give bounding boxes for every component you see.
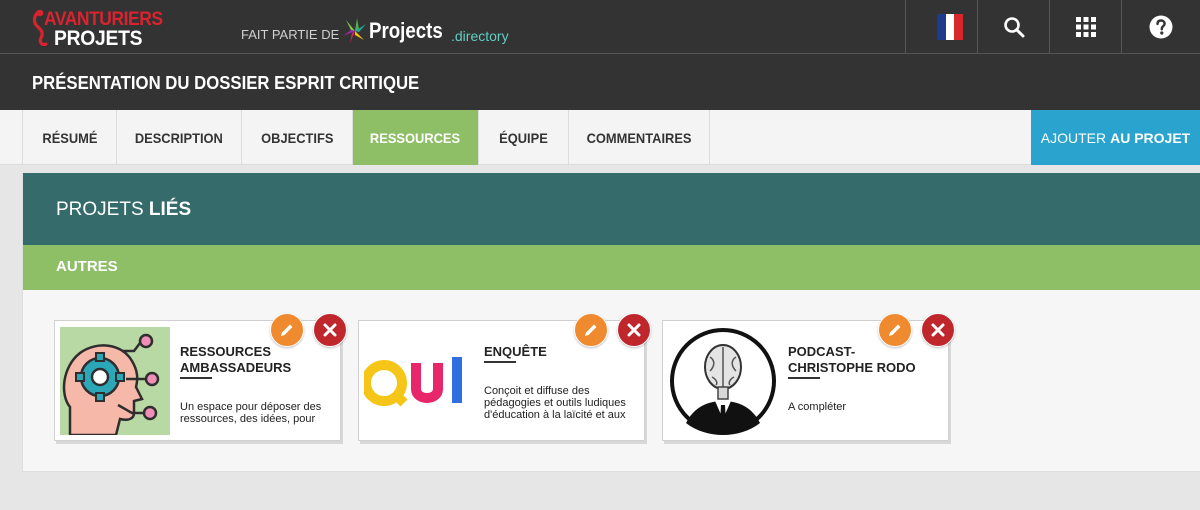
close-icon: [931, 323, 945, 337]
edit-button[interactable]: [878, 313, 912, 347]
tab-resume[interactable]: RÉSUMÉ: [22, 110, 117, 165]
apps-button[interactable]: [1049, 0, 1121, 54]
site-logo[interactable]: AVANTURIERS PROJETS: [32, 6, 182, 50]
tab-label: DESCRIPTION: [134, 129, 224, 146]
card-title: ENQUÊTE: [484, 344, 547, 359]
close-icon: [627, 323, 641, 337]
tab-commentaires[interactable]: COMMENTAIRES: [569, 110, 710, 165]
subsection-header: [23, 245, 1200, 290]
page-title: PRÉSENTATION DU DOSSIER ESPRIT CRITIQUE: [32, 73, 420, 93]
card-description: Un espace pour déposer des ressources, d…: [180, 401, 322, 425]
card-description: A compléter: [788, 401, 847, 413]
pencil-icon: [281, 324, 293, 336]
qui-logo-icon: [364, 357, 462, 407]
projects-directory-logo-icon: [343, 18, 366, 43]
card-title: RESSOURCES AMBASSADEURS: [180, 344, 292, 375]
search-icon: [1003, 17, 1024, 38]
section-header: [23, 173, 1200, 245]
card-title: PODCAST- CHRISTOPHE RODO: [788, 344, 916, 375]
part-of-label: FAIT PARTIE DE: [241, 27, 340, 42]
tab-description[interactable]: DESCRIPTION: [117, 110, 242, 165]
card-thumbnail: [60, 327, 170, 435]
add-to-project-button[interactable]: AJOUTER AU PROJET: [1031, 110, 1200, 165]
delete-button[interactable]: [313, 313, 347, 347]
close-icon: [323, 323, 337, 337]
directory-sub-text: .directory: [451, 28, 509, 44]
subsection-title: AUTRES: [56, 258, 118, 275]
section-title-part2: LIÉS: [148, 199, 192, 220]
card-thumbnail: [668, 327, 778, 435]
card-thumbnail: [364, 327, 474, 435]
pencil-icon: [585, 324, 597, 336]
french-flag-icon: [937, 14, 964, 40]
add-label-part2: AU PROJET: [1110, 129, 1191, 146]
brain-head-suit-icon: [670, 328, 776, 435]
add-label-part1: AJOUTER: [1040, 129, 1107, 146]
pencil-icon: [889, 324, 901, 336]
tab-objectifs[interactable]: OBJECTIFS: [242, 110, 353, 165]
tab-label: RÉSUMÉ: [41, 129, 98, 146]
tab-label: RESSOURCES: [370, 129, 461, 146]
apps-grid-icon: [1075, 17, 1096, 37]
edit-button[interactable]: [270, 313, 304, 347]
card-divider: [484, 361, 516, 363]
projects-directory-link[interactable]: Projects .directory: [369, 18, 509, 45]
edit-button[interactable]: [574, 313, 608, 347]
logo-line-2: PROJETS: [54, 27, 143, 50]
tab-label: OBJECTIFS: [260, 129, 334, 146]
delete-button[interactable]: [921, 313, 955, 347]
card-divider: [180, 377, 212, 379]
help-icon: [1149, 15, 1173, 39]
section-title-part1: PROJETS: [56, 199, 144, 220]
tab-ressources[interactable]: RESSOURCES: [353, 110, 479, 165]
tab-label: COMMENTAIRES: [586, 129, 692, 146]
card-divider: [788, 377, 820, 379]
tab-label: ÉQUIPE: [499, 129, 548, 146]
section-title: PROJETS LIÉS: [56, 200, 191, 220]
card-description: Conçoit et diffuse des pédagogies et out…: [484, 385, 626, 421]
gear-head-icon: [62, 333, 160, 435]
directory-main-text: Projects: [369, 18, 443, 43]
help-button[interactable]: [1121, 0, 1200, 54]
search-button[interactable]: [977, 0, 1049, 54]
tab-equipe[interactable]: ÉQUIPE: [479, 110, 569, 165]
delete-button[interactable]: [617, 313, 651, 347]
